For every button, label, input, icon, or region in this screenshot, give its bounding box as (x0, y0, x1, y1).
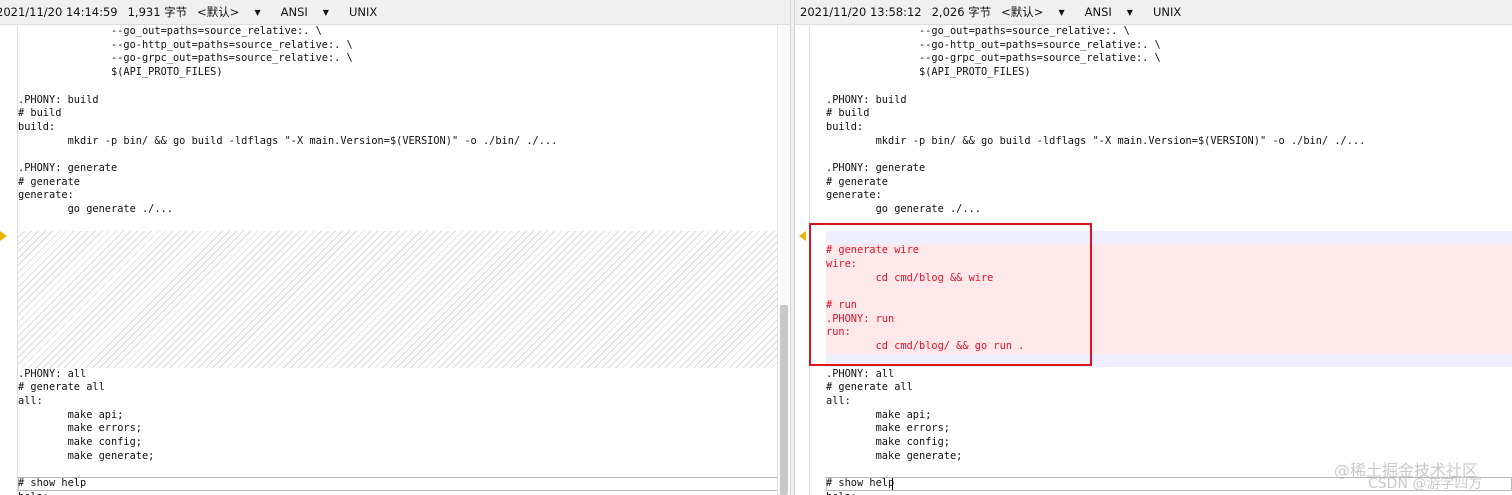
text-caret (892, 478, 893, 490)
code-line[interactable]: # generate (826, 176, 1512, 190)
code-line[interactable]: make config; (826, 436, 1512, 450)
code-line[interactable] (18, 463, 778, 477)
left-file-datetime: 2021/11/20 14:14:59 (0, 5, 118, 19)
added-lines-highlight-box (809, 223, 1092, 366)
code-line[interactable]: $(API_PROTO_FILES) (826, 66, 1512, 80)
code-line[interactable]: help: (18, 491, 778, 495)
code-line[interactable]: # generate (18, 176, 778, 190)
left-charset-dropdown[interactable]: ANSI ▼ (281, 5, 339, 19)
left-file-size: 1,931 字节 (127, 5, 188, 19)
left-gutter (0, 25, 18, 495)
left-status-bar: 2021/11/20 14:14:59 1,931 字节 <默认> ▼ ANSI ▼… (0, 0, 790, 25)
right-file-datetime: 2021/11/20 13:58:12 (800, 5, 922, 19)
code-line[interactable]: go generate ./... (18, 203, 778, 217)
left-vertical-scrollbar[interactable] (777, 25, 790, 495)
code-line[interactable]: generate: (18, 189, 778, 203)
code-line[interactable]: $(API_PROTO_FILES) (18, 66, 778, 80)
code-line[interactable]: --go_out=paths=source_relative:. \ (18, 25, 778, 39)
code-line[interactable]: .PHONY: all (826, 368, 1512, 382)
left-code-area[interactable]: --go_out=paths=source_relative:. \ --go-… (18, 25, 778, 495)
right-charset-dropdown[interactable]: ANSI ▼ (1085, 5, 1143, 19)
right-file-pane[interactable]: 2021/11/20 13:58:12 2,026 字节 <默认> ▼ ANSI ▼… (795, 0, 1512, 495)
chevron-down-icon: ▼ (1058, 8, 1065, 17)
left-eol-label: UNIX (348, 5, 378, 19)
left-file-pane[interactable]: 2021/11/20 14:14:59 1,931 字节 <默认> ▼ ANSI ▼… (0, 0, 790, 495)
code-line[interactable]: mkdir -p bin/ && go build -ldflags "-X m… (18, 135, 778, 149)
code-line[interactable]: make errors; (18, 422, 778, 436)
diff-marker-icon[interactable] (0, 231, 7, 241)
code-line[interactable]: --go-http_out=paths=source_relative:. \ (18, 39, 778, 53)
code-line[interactable] (18, 148, 778, 162)
code-line[interactable] (18, 217, 778, 231)
code-line[interactable]: --go-http_out=paths=source_relative:. \ (826, 39, 1512, 53)
chevron-down-icon: ▼ (1126, 8, 1133, 17)
left-encoding-dropdown[interactable]: <默认> ▼ (197, 4, 270, 20)
code-line[interactable]: # generate all (826, 381, 1512, 395)
code-line[interactable]: build: (18, 121, 778, 135)
blank-diff-region (18, 230, 778, 368)
code-line[interactable]: make generate; (18, 450, 778, 464)
code-line[interactable] (826, 148, 1512, 162)
code-line[interactable]: go generate ./... (826, 203, 1512, 217)
code-line[interactable]: all: (826, 395, 1512, 409)
code-line[interactable]: .PHONY: build (18, 94, 778, 108)
right-encoding-dropdown[interactable]: <默认> ▼ (1001, 4, 1074, 20)
left-scroll-thumb[interactable] (780, 305, 788, 495)
watermark-csdn: CSDN @游学四方 (1368, 476, 1483, 492)
code-line[interactable]: # build (826, 107, 1512, 121)
right-status-bar: 2021/11/20 13:58:12 2,026 字节 <默认> ▼ ANSI ▼… (795, 0, 1512, 25)
code-line[interactable]: make api; (18, 409, 778, 423)
chevron-down-icon: ▼ (254, 8, 261, 17)
code-line[interactable]: # generate all (18, 381, 778, 395)
code-line[interactable]: .PHONY: generate (826, 162, 1512, 176)
code-line[interactable]: .PHONY: generate (18, 162, 778, 176)
code-line[interactable]: --go-grpc_out=paths=source_relative:. \ (18, 52, 778, 66)
code-line[interactable]: make config; (18, 436, 778, 450)
code-line[interactable]: make api; (826, 409, 1512, 423)
code-line[interactable]: .PHONY: build (826, 94, 1512, 108)
diff-marker-icon[interactable] (799, 231, 806, 241)
right-file-size: 2,026 字节 (931, 5, 992, 19)
code-line[interactable]: build: (826, 121, 1512, 135)
chevron-down-icon: ▼ (322, 8, 329, 17)
code-line[interactable] (826, 80, 1512, 94)
code-line[interactable]: # show help (18, 477, 778, 491)
right-eol-label: UNIX (1152, 5, 1182, 19)
code-line[interactable]: mkdir -p bin/ && go build -ldflags "-X m… (826, 135, 1512, 149)
code-line[interactable]: generate: (826, 189, 1512, 203)
code-line[interactable]: # build (18, 107, 778, 121)
code-line[interactable]: all: (18, 395, 778, 409)
code-line[interactable]: .PHONY: all (18, 368, 778, 382)
code-line[interactable]: --go_out=paths=source_relative:. \ (826, 25, 1512, 39)
code-line[interactable] (18, 80, 778, 94)
code-line[interactable]: make errors; (826, 422, 1512, 436)
code-line[interactable]: --go-grpc_out=paths=source_relative:. \ (826, 52, 1512, 66)
right-gutter (795, 25, 810, 495)
